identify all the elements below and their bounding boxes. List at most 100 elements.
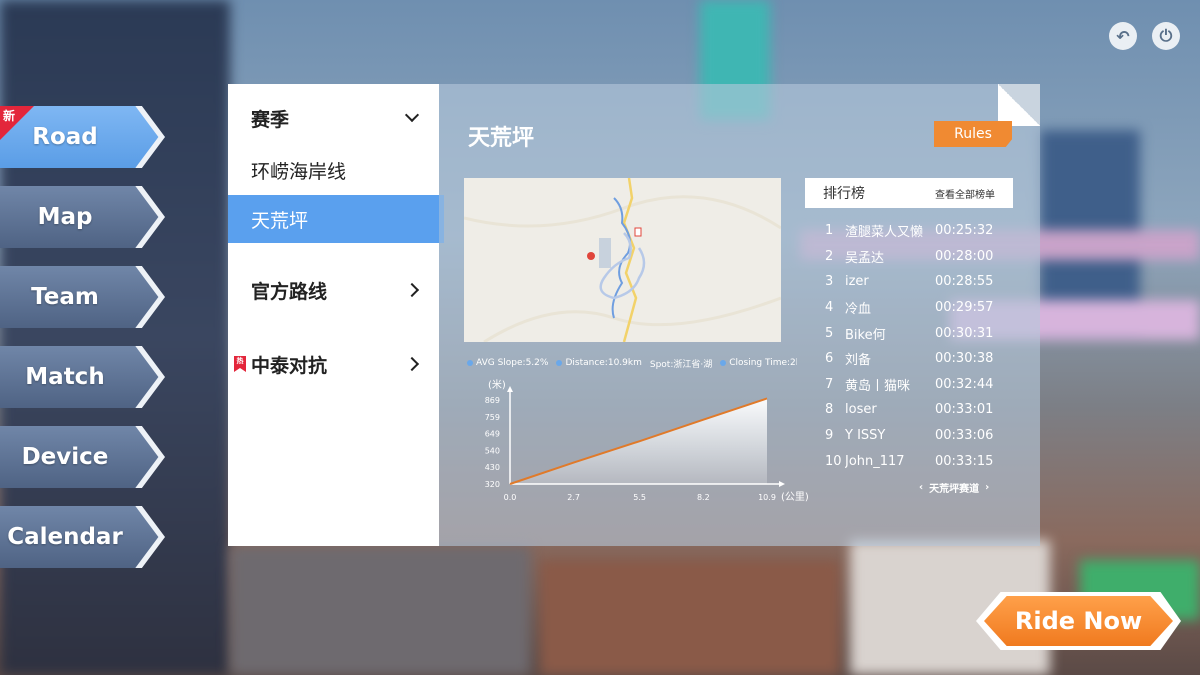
- route-panel: 赛季 环崂海岸线 天荒坪 官方路线 热 中泰对抗 天荒坪 Rules AVG S…: [228, 84, 1040, 546]
- leaderboard-name: izer: [845, 274, 869, 290]
- leaderboard-route-name: 天荒坪赛道: [929, 484, 980, 495]
- leaderboard-rank: 8: [825, 402, 834, 418]
- leaderboard-name: loser: [845, 402, 877, 418]
- route-menu: 赛季 环崂海岸线 天荒坪 官方路线 热 中泰对抗: [228, 84, 444, 546]
- chevron-left-icon[interactable]: ‹: [919, 482, 923, 493]
- leaderboard-pager: ‹ 天荒坪赛道 ›: [919, 480, 989, 495]
- y-axis-arrow: [507, 386, 513, 392]
- leaderboard-name: 刘备: [845, 353, 872, 369]
- x-axis-arrow: [779, 481, 785, 487]
- leaderboard-rank: 5: [825, 325, 834, 341]
- route-title: 天荒坪: [468, 126, 535, 151]
- corner-fold: [998, 84, 1040, 126]
- route-detail: 天荒坪 Rules AVG Slope:5.2% Distance:10.9km…: [439, 84, 1040, 546]
- x-tick-label: 8.2: [697, 493, 710, 502]
- nav-item-label: Map: [37, 204, 93, 230]
- leaderboard-rank: 10: [825, 453, 842, 469]
- nav-item-map[interactable]: Map: [0, 186, 165, 248]
- menu-event[interactable]: 热 中泰对抗: [228, 344, 439, 384]
- leaderboard-row: 5 Bike何 00:30:31: [805, 320, 1025, 346]
- nav-item-match[interactable]: Match: [0, 346, 165, 408]
- nav-item-label: Calendar: [7, 524, 123, 550]
- rules-button[interactable]: Rules: [934, 121, 1012, 147]
- menu-season[interactable]: 赛季: [228, 98, 439, 138]
- y-tick-label: 320: [485, 480, 500, 489]
- leaderboard-row: 3 izer 00:28:55: [805, 269, 1025, 295]
- leaderboard-title: 排行榜: [823, 186, 865, 202]
- leaderboard-row: 4 冷血 00:29:57: [805, 295, 1025, 321]
- x-axis-unit: (公里): [781, 491, 809, 503]
- view-all-leaderboard-link[interactable]: 查看全部榜单: [935, 186, 995, 201]
- leaderboard-rank: 9: [825, 428, 834, 444]
- stat-closing: Closing Time:2h 00min: [720, 356, 797, 370]
- y-tick-label: 759: [485, 413, 500, 422]
- leaderboard-list: 1 渣腿菜人又懒 00:25:32 2 吴孟达 00:28:00 3 izer 00:28:55…: [805, 218, 1025, 474]
- leaderboard-time: 00:28:00: [935, 248, 994, 264]
- leaderboard-rank: 2: [825, 248, 834, 264]
- leaderboard-row: 8 loser 00:33:01: [805, 397, 1025, 423]
- leaderboard-rank: 4: [825, 300, 834, 316]
- leaderboard-time: 00:33:15: [935, 453, 994, 469]
- power-icon[interactable]: ⏻: [1152, 22, 1180, 50]
- stat-distance: Distance:10.9km: [556, 356, 642, 370]
- leaderboard-time: 00:28:55: [935, 274, 994, 290]
- x-tick-label: 0.0: [504, 493, 517, 502]
- leaderboard-time: 00:30:31: [935, 325, 994, 341]
- x-tick-label: 2.7: [567, 493, 580, 502]
- leaderboard-name: 黄岛丨猫咪: [845, 378, 911, 394]
- menu-event-label: 中泰对抗: [251, 354, 328, 377]
- nav-item-road[interactable]: Road 新: [0, 106, 165, 168]
- leaderboard-time: 00:30:38: [935, 351, 994, 367]
- y-tick-label: 540: [485, 446, 500, 455]
- nav-item-label: Device: [21, 444, 109, 470]
- leaderboard-name: Y ISSY: [845, 428, 886, 444]
- leaderboard-rank: 3: [825, 274, 834, 290]
- menu-route-item[interactable]: 环崂海岸线: [228, 150, 439, 190]
- back-arrow-icon[interactable]: ↶: [1109, 22, 1137, 50]
- nav-item-label: Team: [31, 284, 99, 310]
- menu-route-label: 环崂海岸线: [251, 160, 347, 183]
- nav-item-label: Road: [32, 124, 98, 150]
- x-tick-label: 5.5: [633, 493, 646, 502]
- x-tick-label: 10.9: [758, 493, 776, 502]
- route-stats: AVG Slope:5.2% Distance:10.9km Spot:浙江省·…: [467, 356, 797, 370]
- leaderboard-time: 00:33:01: [935, 402, 994, 418]
- leaderboard-row: 9 Y ISSY 00:33:06: [805, 423, 1025, 449]
- leaderboard-row: 1 渣腿菜人又懒 00:25:32: [805, 218, 1025, 244]
- menu-official-label: 官方路线: [251, 280, 328, 303]
- leaderboard-row: 10 John_117 00:33:15: [805, 448, 1025, 474]
- leaderboard-time: 00:29:57: [935, 300, 994, 316]
- map-drawing: [464, 178, 781, 342]
- leaderboard-name: 渣腿菜人又懒: [845, 225, 924, 241]
- leaderboard-rank: 1: [825, 223, 834, 239]
- nav-item-device[interactable]: Device: [0, 426, 165, 488]
- ride-now-button[interactable]: Ride Now: [976, 592, 1181, 650]
- chevron-right-icon[interactable]: ›: [985, 482, 989, 493]
- leaderboard-name: 冷血: [845, 302, 872, 318]
- leaderboard-row: 7 黄岛丨猫咪 00:32:44: [805, 372, 1025, 398]
- y-axis-unit: (米): [488, 378, 506, 391]
- leaderboard-rank: 6: [825, 351, 834, 367]
- leaderboard-rank: 7: [825, 376, 834, 392]
- y-tick-label: 430: [485, 463, 500, 472]
- leaderboard-row: 6 刘备 00:30:38: [805, 346, 1025, 372]
- nav-item-label: Match: [25, 364, 105, 390]
- route-map[interactable]: [464, 178, 781, 342]
- leaderboard-name: 吴孟达: [845, 250, 885, 266]
- leaderboard-time: 00:32:44: [935, 376, 994, 392]
- menu-route-label: 天荒坪: [251, 209, 309, 232]
- chevron-right-icon: [404, 356, 420, 372]
- elevation-chart: 320 430 540 649 759 869 0.0 2.7 5.5 8.2 10.9 (米) (公里…: [485, 378, 809, 503]
- ride-now-label: Ride Now: [984, 596, 1173, 646]
- hot-badge: 热: [234, 356, 246, 372]
- y-tick-label: 869: [485, 396, 500, 405]
- chevron-right-icon: [404, 282, 420, 298]
- nav-item-calendar[interactable]: Calendar: [0, 506, 165, 568]
- leaderboard-header: 排行榜 查看全部榜单: [805, 178, 1013, 208]
- menu-route-item-selected[interactable]: 天荒坪: [228, 195, 444, 243]
- stat-slope: AVG Slope:5.2%: [467, 356, 548, 370]
- leaderboard-time: 00:33:06: [935, 428, 994, 444]
- leaderboard-time: 00:25:32: [935, 223, 994, 239]
- menu-official-routes[interactable]: 官方路线: [228, 270, 439, 310]
- nav-item-team[interactable]: Team: [0, 266, 165, 328]
